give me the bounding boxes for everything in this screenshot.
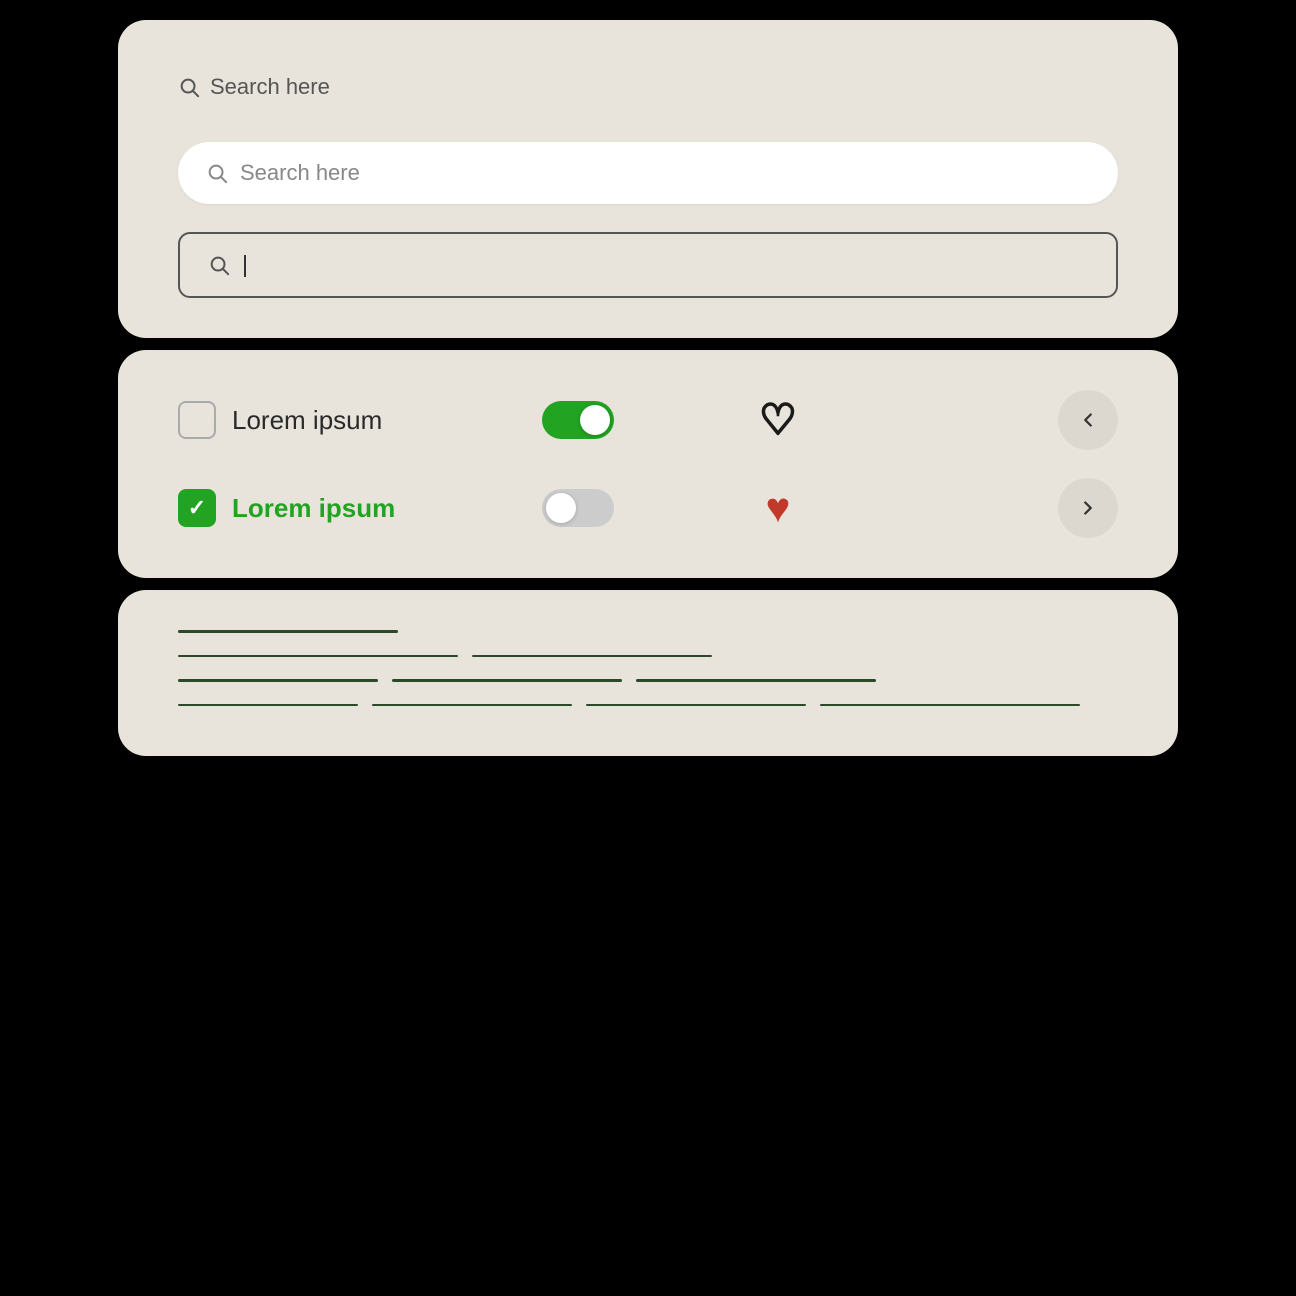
line-group	[178, 630, 1118, 706]
line-segment	[178, 679, 378, 682]
lines-card	[118, 590, 1178, 756]
outlined-search-box[interactable]	[178, 232, 1118, 298]
line-row-3	[178, 679, 1118, 682]
checkbox-checked-area: ✓ Lorem ipsum	[178, 489, 478, 527]
checkbox-label-2: Lorem ipsum	[232, 493, 395, 524]
heart-filled-area[interactable]: ♥	[678, 487, 878, 529]
line-segment	[178, 630, 398, 633]
chevron-right-icon	[1077, 497, 1099, 519]
toggle-on-area[interactable]	[478, 401, 678, 439]
search-icon	[208, 254, 230, 276]
heart-outline-icon[interactable]: ♡	[759, 399, 797, 441]
toggle-knob-2	[546, 493, 576, 523]
heart-outline-area[interactable]: ♡	[678, 399, 878, 441]
toggle-on[interactable]	[542, 401, 614, 439]
check-icon: ✓	[188, 497, 206, 519]
checkbox-unchecked[interactable]	[178, 401, 216, 439]
chevron-left-button[interactable]	[1058, 390, 1118, 450]
line-segment	[636, 679, 876, 682]
plain-search-text: Search here	[210, 74, 330, 100]
line-row-1	[178, 630, 1118, 633]
search-card: Search here Search here	[118, 20, 1178, 338]
line-segment	[178, 655, 458, 658]
line-segment	[372, 704, 572, 707]
toggle-off[interactable]	[542, 489, 614, 527]
white-search-box[interactable]: Search here	[178, 142, 1118, 204]
text-cursor	[244, 255, 246, 277]
line-segment	[586, 704, 806, 707]
chevron-right-area	[878, 478, 1118, 538]
outlined-search-cursor	[242, 252, 246, 278]
line-segment	[472, 655, 712, 658]
checkbox-label-1: Lorem ipsum	[232, 405, 382, 436]
line-row-2	[178, 655, 1118, 658]
heart-filled-icon[interactable]: ♥	[766, 487, 791, 529]
line-segment	[820, 704, 1080, 707]
line-row-4	[178, 704, 1118, 707]
search-icon	[178, 76, 200, 98]
toggle-knob	[580, 405, 610, 435]
toggle-off-area[interactable]	[478, 489, 678, 527]
checkbox-checked[interactable]: ✓	[178, 489, 216, 527]
search-icon	[206, 162, 228, 184]
plain-search-row[interactable]: Search here	[178, 60, 1118, 114]
control-row-2: ✓ Lorem ipsum ♥	[178, 478, 1118, 538]
chevron-left-area	[878, 390, 1118, 450]
checkbox-unchecked-area: Lorem ipsum	[178, 401, 478, 439]
control-row-1: Lorem ipsum ♡	[178, 390, 1118, 450]
white-search-text: Search here	[240, 160, 360, 186]
chevron-left-icon	[1077, 409, 1099, 431]
line-segment	[392, 679, 622, 682]
chevron-right-button[interactable]	[1058, 478, 1118, 538]
controls-card: Lorem ipsum ♡ ✓ Lorem ipsum	[118, 350, 1178, 578]
line-segment	[178, 704, 358, 707]
